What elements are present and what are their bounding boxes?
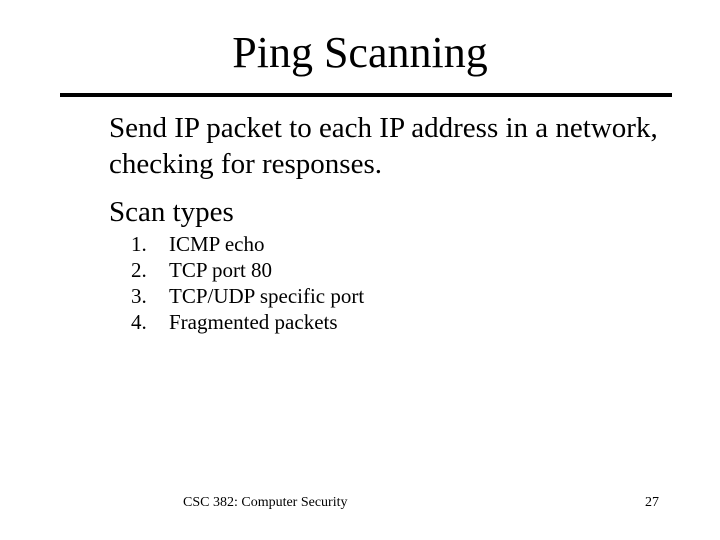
list-item: 1. ICMP echo <box>131 231 364 257</box>
slide-title: Ping Scanning <box>232 28 488 77</box>
list-item-label: TCP port 80 <box>169 258 273 282</box>
intro-paragraph: Send IP packet to each IP address in a n… <box>109 112 658 180</box>
list-item: 3. TCP/UDP specific port <box>131 283 364 309</box>
list-item-label: Fragmented packets <box>169 310 338 334</box>
list-item-number: 4. <box>131 310 147 334</box>
list-item-number: 2. <box>131 258 147 282</box>
footer-course: CSC 382: Computer Security <box>183 495 348 510</box>
page-number: 27 <box>645 495 659 510</box>
scan-types-list: 1. ICMP echo 2. TCP port 80 3. TCP/UDP spec… <box>131 231 364 335</box>
list-item-number: 3. <box>131 284 147 308</box>
list-item-number: 1. <box>131 232 147 256</box>
list-item: 2. TCP port 80 <box>131 257 364 283</box>
list-item: 4. Fragmented packets <box>131 309 364 335</box>
list-item-label: ICMP echo <box>169 232 265 256</box>
title-divider <box>60 93 672 97</box>
scan-types-heading: Scan types <box>109 196 234 228</box>
list-item-label: TCP/UDP specific port <box>169 284 365 308</box>
